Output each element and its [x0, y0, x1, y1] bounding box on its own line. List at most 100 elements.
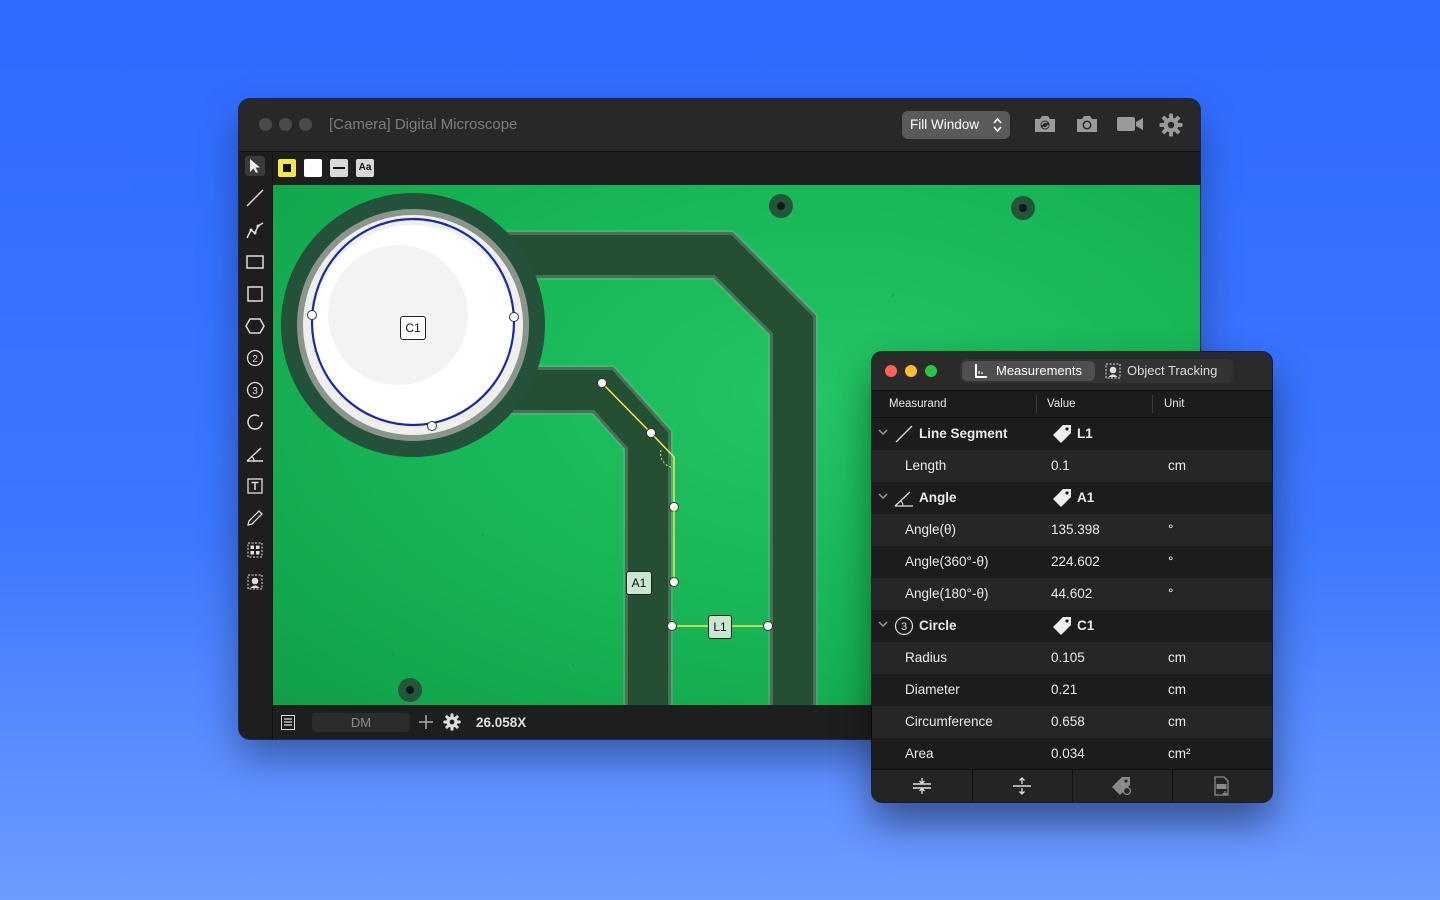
table-row[interactable]: Radius 0.105 cm — [872, 642, 1272, 674]
object-track-icon — [247, 574, 263, 590]
tag-icon[interactable] — [1052, 488, 1072, 508]
chevron-down-icon[interactable] — [878, 427, 888, 437]
group-name: Line Segment — [919, 426, 1008, 441]
measurements-panel: Measurements Object Tracking Measurand V… — [872, 352, 1272, 802]
table-row[interactable]: Diameter 0.21 cm — [872, 674, 1272, 706]
column-unit[interactable]: Unit — [1164, 398, 1184, 410]
group-row-line-segment[interactable]: Line Segment L1 — [872, 418, 1272, 450]
stroke-color-swatch[interactable] — [278, 159, 296, 177]
tab-measurements[interactable]: Measurements — [962, 361, 1095, 381]
angle-label[interactable]: A1 — [626, 571, 652, 595]
collapse-all-button[interactable] — [872, 770, 973, 802]
line-label[interactable]: L1 — [708, 615, 732, 639]
panel-close-button[interactable] — [885, 365, 897, 377]
line-width-button[interactable] — [330, 159, 348, 177]
measurand-value: 224.602 — [1051, 554, 1100, 569]
polyline-tool[interactable] — [245, 220, 265, 240]
square-icon — [247, 286, 263, 302]
font-button[interactable]: Aa — [356, 159, 374, 177]
pointer-icon — [250, 159, 260, 173]
camera-icon[interactable] — [1075, 113, 1099, 135]
circle-label[interactable]: C1 — [400, 316, 426, 340]
tag-icon[interactable] — [1052, 616, 1072, 636]
camera-switch-icon[interactable] — [1033, 113, 1057, 135]
qr-select-tool[interactable] — [245, 540, 265, 560]
circle-3-point-tool[interactable]: 3 — [245, 380, 265, 400]
table-row[interactable]: Angle(180°-θ) 44.602 ° — [872, 578, 1272, 610]
svg-text:3: 3 — [252, 386, 258, 397]
fill-color-swatch[interactable] — [304, 159, 322, 177]
measurand-label: Diameter — [905, 682, 960, 697]
expand-all-icon — [1013, 777, 1031, 795]
video-icon[interactable] — [1116, 113, 1144, 135]
measurand-label: Circumference — [905, 714, 993, 729]
qr-select-icon — [247, 542, 263, 558]
polygon-icon — [245, 318, 265, 334]
panel-zoom-button[interactable] — [925, 365, 937, 377]
measurand-label: Angle(360°-θ) — [905, 554, 989, 569]
circle-2-point-tool[interactable]: 2 — [245, 348, 265, 368]
panel-minimize-button[interactable] — [905, 365, 917, 377]
table-row[interactable]: Angle(θ) 135.398 ° — [872, 514, 1272, 546]
square-tool[interactable] — [245, 284, 265, 304]
annotation-options-bar: Aa — [273, 152, 1200, 184]
expand-all-button[interactable] — [972, 770, 1073, 802]
pencil-tool[interactable] — [245, 508, 265, 528]
panel-title-bar: Measurements Object Tracking — [872, 352, 1272, 391]
measurand-value: 0.1 — [1051, 458, 1070, 473]
circle-tool[interactable] — [245, 412, 265, 432]
object-track-tool[interactable] — [245, 572, 265, 592]
line-tool[interactable] — [245, 188, 265, 208]
angle-tool[interactable] — [245, 444, 265, 464]
pointer-tool[interactable] — [245, 156, 265, 176]
circle-3-point-icon: 3 — [246, 381, 264, 399]
device-name-field[interactable]: DM — [312, 713, 410, 732]
measurand-label: Area — [905, 746, 934, 761]
tab-object-tracking-label: Object Tracking — [1127, 363, 1218, 378]
line-icon — [246, 189, 264, 207]
text-tool[interactable] — [245, 476, 265, 496]
tab-object-tracking[interactable]: Object Tracking — [1097, 361, 1231, 381]
column-value[interactable]: Value — [1047, 398, 1076, 410]
rectangle-tool[interactable] — [245, 252, 265, 272]
gear-icon[interactable] — [1159, 113, 1183, 137]
fit-mode-select[interactable]: Fill Window — [902, 111, 1010, 139]
tab-measurements-label: Measurements — [996, 363, 1082, 378]
panel-tab-control: Measurements Object Tracking — [960, 359, 1233, 383]
group-row-angle[interactable]: Angle A1 — [872, 482, 1272, 514]
column-divider — [1036, 395, 1037, 413]
add-icon[interactable] — [418, 714, 434, 730]
circle-3-icon: 3 — [894, 616, 914, 636]
export-csv-button[interactable] — [1172, 770, 1272, 802]
group-id: A1 — [1077, 490, 1095, 505]
export-csv-icon — [1214, 776, 1229, 796]
table-row[interactable]: Length 0.1 cm — [872, 450, 1272, 482]
group-name: Circle — [919, 618, 957, 633]
zoom-window-button[interactable] — [299, 118, 312, 131]
measurand-value: 0.105 — [1051, 650, 1085, 665]
group-row-circle[interactable]: 3 Circle C1 — [872, 610, 1272, 642]
chevron-down-icon[interactable] — [878, 619, 888, 629]
window-title: [Camera] Digital Microscope — [329, 116, 518, 133]
tag-settings-button[interactable] — [1072, 770, 1173, 802]
table-row[interactable]: Angle(360°-θ) 224.602 ° — [872, 546, 1272, 578]
tag-icon[interactable] — [1052, 424, 1072, 444]
group-id: L1 — [1077, 426, 1093, 441]
list-icon[interactable] — [281, 715, 295, 730]
close-window-button[interactable] — [259, 118, 272, 131]
gear-icon[interactable] — [443, 713, 461, 731]
measurand-label: Angle(θ) — [905, 522, 957, 537]
tag-settings-icon — [1112, 777, 1132, 796]
minimize-window-button[interactable] — [279, 118, 292, 131]
chevron-down-icon[interactable] — [878, 491, 888, 501]
fit-mode-value: Fill Window — [910, 117, 980, 132]
panel-footer — [872, 769, 1272, 802]
table-row[interactable]: Area 0.034 cm² — [872, 738, 1272, 770]
table-row[interactable]: Circumference 0.658 cm — [872, 706, 1272, 738]
measurand-label: Length — [905, 458, 947, 473]
polygon-tool[interactable] — [245, 316, 265, 336]
measurand-value: 0.658 — [1051, 714, 1085, 729]
column-measurand[interactable]: Measurand — [889, 398, 947, 410]
circle-2-point-icon: 2 — [246, 349, 264, 367]
measurand-label: Angle(180°-θ) — [905, 586, 989, 601]
